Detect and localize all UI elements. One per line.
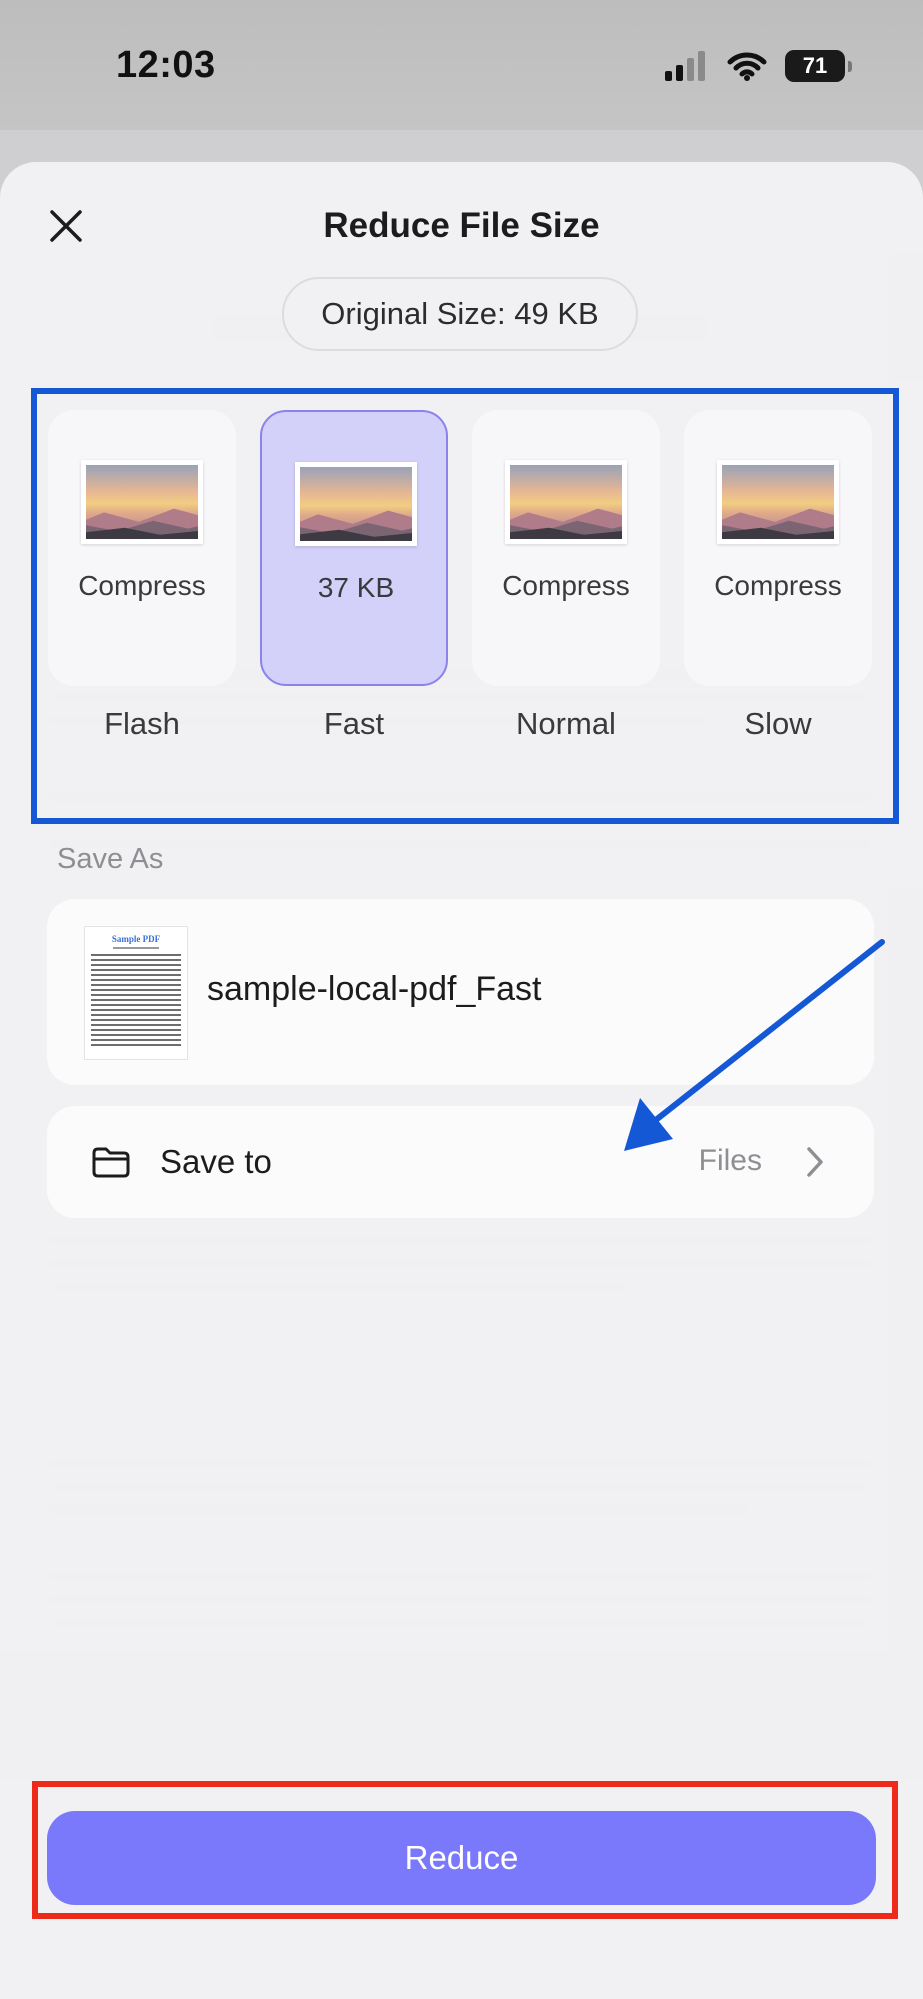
- status-time: 12:03: [116, 44, 216, 86]
- arrow-annotation-icon: [624, 939, 885, 1151]
- file-name[interactable]: sample-local-pdf_Fast: [207, 970, 541, 1009]
- options-highlight-box: [31, 388, 899, 824]
- pdf-thumbnail-title: Sample PDF: [111, 934, 161, 944]
- cellular-signal-icon: [665, 51, 705, 81]
- save-to-label: Save to: [160, 1143, 272, 1180]
- status-bar: 12:03 71: [0, 0, 923, 130]
- battery-indicator: 71: [785, 50, 852, 82]
- sheet-title: Reduce File Size: [323, 206, 600, 245]
- wifi-icon: [727, 52, 767, 81]
- folder-icon: [92, 1147, 130, 1178]
- status-icons: 71: [665, 50, 852, 82]
- save-as-label: Save As: [57, 843, 164, 875]
- original-size-badge: Original Size: 49 KB: [282, 277, 638, 351]
- pdf-thumbnail: Sample PDF: [85, 927, 187, 1059]
- reduce-highlight-box: [32, 1781, 898, 1919]
